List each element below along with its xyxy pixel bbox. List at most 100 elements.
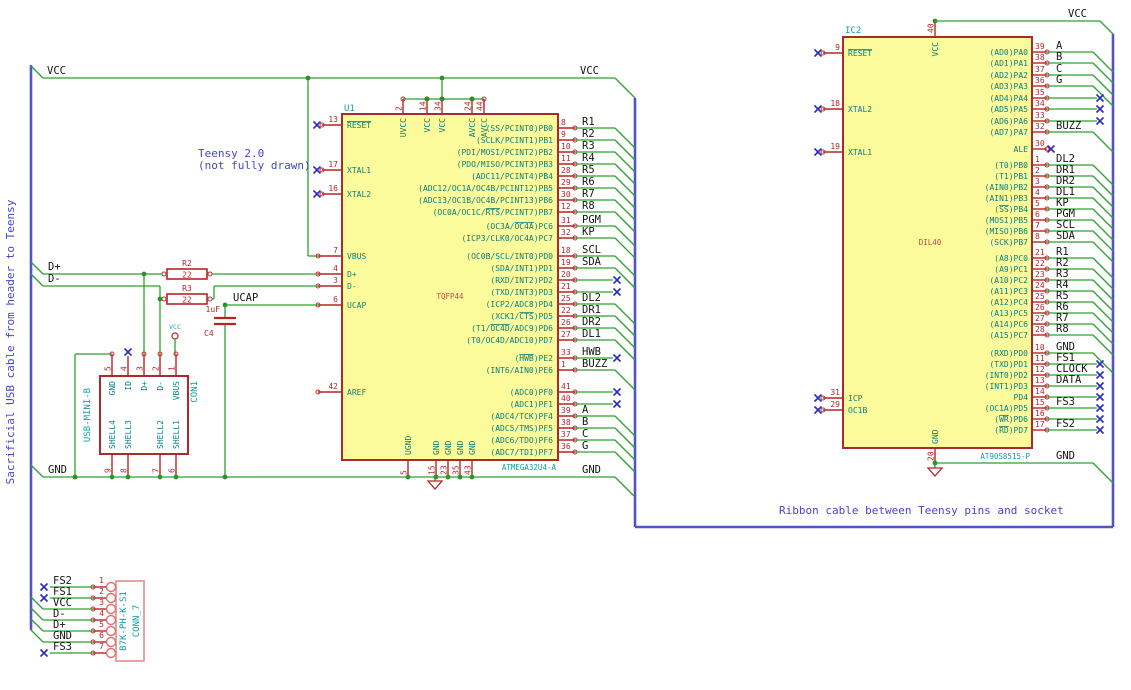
wire <box>614 415 636 437</box>
pin-number: 6 <box>333 295 338 304</box>
pin-name: (T0/OC4D/ADC10)PD7 <box>466 336 553 345</box>
pin-number: 21 <box>561 282 571 291</box>
pin-number: 15 <box>1035 398 1045 407</box>
pin-name: (SS/PCINT0)PB0 <box>486 124 554 133</box>
wire <box>30 618 44 632</box>
wire <box>30 596 44 610</box>
pin-number: 34 <box>434 101 443 111</box>
pin-name: (MOSI)PB5 <box>985 216 1029 225</box>
pin-name: (A9)PC1 <box>994 265 1028 274</box>
pin-number: 6 <box>1035 210 1040 219</box>
pin-name: (INT0)PD2 <box>985 371 1029 380</box>
net-label: R8 <box>1056 323 1069 335</box>
wire <box>30 629 44 643</box>
net-label: R1 <box>582 116 595 128</box>
junction-dot <box>424 96 430 102</box>
pin-terminal <box>161 296 167 302</box>
pin-name: (INT1)PD3 <box>985 382 1029 391</box>
ic2-footprint: DIL40 <box>919 238 942 247</box>
net-label: BUZZ <box>1056 120 1081 132</box>
pin-name: UCAP <box>347 301 366 310</box>
pin-number: 7 <box>152 468 161 473</box>
net-label: HWB <box>582 346 601 358</box>
wire <box>614 77 636 99</box>
wire <box>614 439 636 461</box>
wire <box>1092 268 1114 290</box>
net-label-gnd-left: GND <box>48 464 67 476</box>
pin-name: VBUS <box>172 381 181 400</box>
pin-number: 3 <box>1035 177 1040 186</box>
ic2-value: AT90S8515-P <box>980 452 1030 461</box>
pin-name: VCC <box>438 118 447 133</box>
pin-number: 8 <box>120 468 129 473</box>
wire <box>614 476 636 498</box>
pin-number: 13 <box>328 115 338 124</box>
pin-number: 14 <box>419 101 428 111</box>
pin-number: 44 <box>476 101 485 111</box>
pin-number: 15 <box>428 465 437 475</box>
wire <box>614 237 636 259</box>
pin-name: SHELL1 <box>172 420 181 449</box>
ribbon-caption: Ribbon cable between Teensy pins and soc… <box>779 504 1064 517</box>
conn7-pin-circle <box>105 636 117 648</box>
pin-name: (ADC4/TCK)PF4 <box>490 412 553 421</box>
pin-name: (A13)PC5 <box>989 309 1028 318</box>
wire <box>30 607 44 621</box>
pin-name: (RXD)PD0 <box>989 349 1028 358</box>
pin-name: D- <box>347 282 357 291</box>
wire <box>1099 20 1114 35</box>
pin-number: 19 <box>561 258 571 267</box>
pin-name: (AD7)PA7 <box>989 128 1028 137</box>
pin-number: 34 <box>1035 99 1045 108</box>
pin-name: (ADC1)PF1 <box>510 400 554 409</box>
pin-terminal <box>207 296 213 302</box>
pin-name: (HWB)PE2 <box>514 354 553 363</box>
junction-dot <box>305 75 311 81</box>
wire <box>1092 230 1114 252</box>
wire <box>1092 208 1114 230</box>
pin-number: 27 <box>1035 314 1045 323</box>
wire <box>1092 74 1114 96</box>
pin-number: 8 <box>561 118 566 127</box>
pin-number: 29 <box>561 178 571 187</box>
pin-number: 24 <box>1035 281 1045 290</box>
wire <box>30 65 44 79</box>
r3-reference: R3 <box>182 284 192 293</box>
pin-name: GND <box>108 381 117 396</box>
conn7-reference: CONN_7 <box>132 605 142 638</box>
vcc-power-flag <box>171 332 179 340</box>
net-label: G <box>582 440 588 452</box>
pin-number: 30 <box>1035 139 1045 148</box>
wire <box>614 139 636 161</box>
pin-number: 5 <box>1035 199 1040 208</box>
wire <box>614 199 636 221</box>
pin-number: 22 <box>1035 259 1045 268</box>
pin-number: 23 <box>440 465 449 475</box>
pin-number: 7 <box>99 642 104 651</box>
pin-number: 12 <box>1035 365 1045 374</box>
pin-number: 4 <box>333 264 338 273</box>
net-label: C <box>582 428 588 440</box>
pin-number: 9 <box>104 468 113 473</box>
conn7-pin-circle <box>105 614 117 626</box>
wire <box>614 127 636 149</box>
conn7-pin-circle <box>105 603 117 615</box>
pin-name: VCC <box>931 42 940 57</box>
wire <box>1092 62 1114 84</box>
wire <box>30 464 44 478</box>
pin-name: OC1B <box>848 406 867 415</box>
pin-name: GND <box>432 440 441 455</box>
pin-number: 23 <box>1035 270 1045 279</box>
net-label-dminus: D- <box>48 273 61 285</box>
pin-name: ID <box>124 381 133 391</box>
pin-number: 8 <box>1035 232 1040 241</box>
ic2-reference: IC2 <box>845 26 861 36</box>
net-label: DR1 <box>582 304 601 316</box>
conn7-pin-circle <box>105 625 117 637</box>
pin-number: 29 <box>830 400 840 409</box>
pin-name: VBUS <box>347 252 366 261</box>
pin-name: XTAL1 <box>347 166 371 175</box>
net-label: R8 <box>582 200 595 212</box>
pin-number: 26 <box>561 318 571 327</box>
pin-number: 3 <box>99 598 104 607</box>
